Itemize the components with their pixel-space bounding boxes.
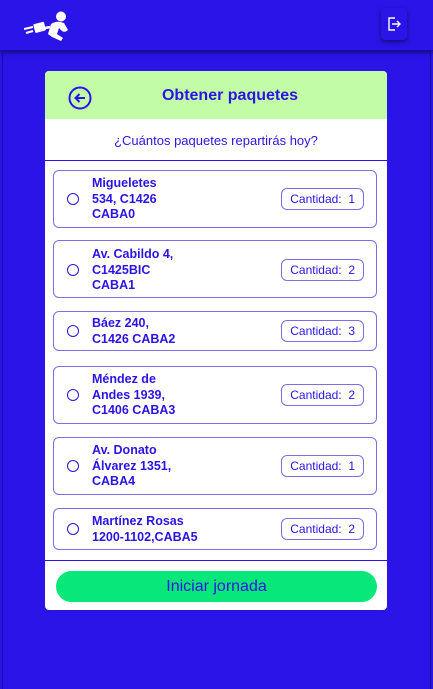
- package-address: Méndez de Andes 1939, C1406 CABA3: [92, 372, 176, 417]
- checkbox[interactable]: [67, 523, 79, 535]
- logout-button[interactable]: [381, 8, 407, 40]
- logout-icon: [388, 17, 401, 31]
- subtitle: ¿Cuántos paquetes repartirás hoy?: [114, 133, 318, 148]
- divider: [45, 560, 387, 561]
- checkbox[interactable]: [67, 325, 79, 337]
- package-item[interactable]: Av. Cabildo 4, C1425BIC CABA1 Cantidad: 2: [53, 240, 377, 298]
- package-item[interactable]: Migueletes 534, C1426 CABA0 Cantidad: 1: [53, 170, 377, 228]
- quantity-badge: Cantidad: 2: [281, 518, 364, 540]
- quantity-badge: Cantidad: 2: [281, 384, 364, 406]
- checkbox[interactable]: [67, 389, 79, 401]
- card-header: Obtener paquetes: [45, 71, 387, 119]
- package-item[interactable]: Báez 240, C1426 CABA2 Cantidad: 3: [53, 311, 377, 351]
- checkbox[interactable]: [67, 264, 79, 276]
- package-address: Migueletes 534, C1426 CABA0: [92, 176, 157, 221]
- quantity-badge: Cantidad: 3: [281, 320, 364, 342]
- runner-with-package-icon[interactable]: [24, 10, 74, 42]
- package-address: Báez 240, C1426 CABA2: [92, 316, 176, 346]
- package-address: Av. Cabildo 4, C1425BIC CABA1: [92, 247, 174, 292]
- quantity-badge: Cantidad: 2: [281, 259, 364, 281]
- package-item[interactable]: Av. Donato Álvarez 1351, CABA4 Cantidad: 1: [53, 437, 377, 495]
- checkbox[interactable]: [67, 193, 79, 205]
- start-workday-button[interactable]: Iniciar jornada: [56, 571, 377, 602]
- divider: [45, 160, 387, 161]
- package-address: Av. Donato Álvarez 1351, CABA4: [92, 443, 172, 488]
- page-title: Obtener paquetes: [161, 87, 299, 104]
- quantity-badge: Cantidad: 1: [281, 188, 364, 210]
- quantity-badge: Cantidad: 1: [281, 455, 364, 477]
- checkbox[interactable]: [67, 460, 79, 472]
- package-item[interactable]: Martínez Rosas 1200-1102,CABA5 Cantidad: …: [53, 508, 377, 550]
- package-item[interactable]: Méndez de Andes 1939, C1406 CABA3 Cantidad…: [53, 366, 377, 424]
- top-bar: [0, 0, 433, 51]
- packages-card: Obtener paquetes ¿Cuántos paquetes repar…: [45, 71, 387, 610]
- package-address: Martínez Rosas 1200-1102,CABA5: [92, 514, 198, 544]
